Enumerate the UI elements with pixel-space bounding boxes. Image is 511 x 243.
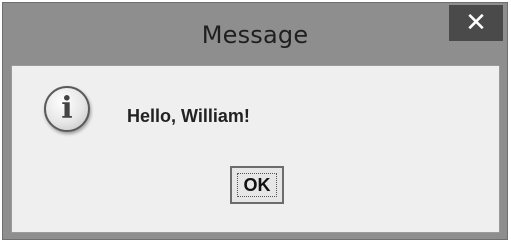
dialog-content: i Hello, William! OK (11, 65, 500, 233)
message-text: Hello, William! (127, 106, 250, 126)
info-icon-glyph: i (61, 91, 73, 126)
ok-button[interactable]: OK (230, 166, 284, 204)
info-icon: i (44, 86, 90, 132)
message-dialog-window: Message ✕ i Hello, William! OK (2, 2, 508, 240)
ok-button-label: OK (243, 175, 271, 195)
title-bar[interactable]: Message ✕ (3, 3, 507, 63)
close-button[interactable]: ✕ (449, 5, 503, 41)
close-icon: ✕ (465, 8, 487, 38)
window-title: Message (201, 21, 309, 49)
